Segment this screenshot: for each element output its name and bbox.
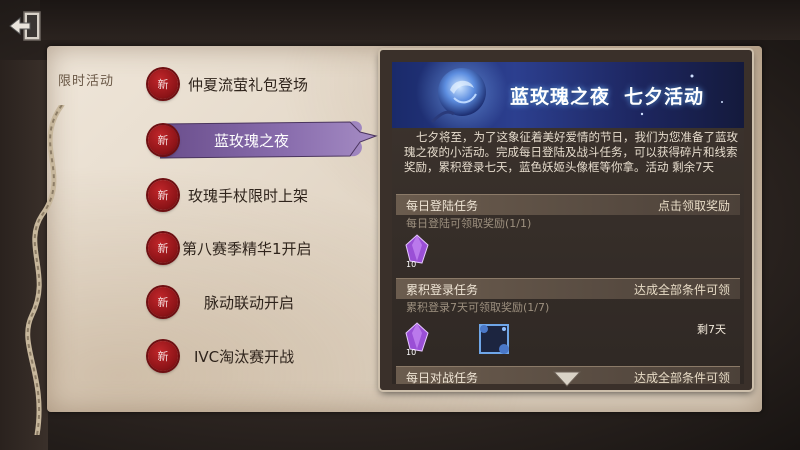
rope-decoration bbox=[25, 105, 65, 435]
tab-label: 蓝玫瑰之夜 bbox=[214, 131, 290, 150]
new-seal-icon: 新 bbox=[148, 180, 178, 210]
tab-label: IVC淘汰赛开战 bbox=[194, 347, 295, 366]
task-title: 每日登陆任务 bbox=[406, 198, 479, 213]
purple-crystal-icon[interactable]: 10 bbox=[402, 321, 438, 357]
task-rewards: 10 bbox=[396, 231, 740, 271]
event-banner: 蓝玫瑰之夜 七夕活动 bbox=[392, 62, 744, 128]
item-count: 10 bbox=[406, 260, 417, 269]
task-rewards: 10 剩7天 bbox=[396, 315, 740, 363]
tab-label: 玫瑰手杖限时上架 bbox=[188, 186, 309, 205]
task-subtitle: 每日登陆可领取奖励(1/1) bbox=[406, 217, 532, 230]
new-seal-icon: 新 bbox=[148, 233, 178, 263]
tab-season-8-essence[interactable]: 新 第八赛季精华1开启 bbox=[148, 230, 368, 266]
daily-login-task: 每日登陆任务 点击领取奖励 每日登陆可领取奖励(1/1) 10 bbox=[396, 194, 740, 271]
event-title-main: 蓝玫瑰之夜 bbox=[510, 86, 611, 108]
item-count: 10 bbox=[406, 348, 417, 357]
blue-rose-frame-icon[interactable] bbox=[476, 321, 512, 357]
limited-events-label: 限时活动 bbox=[58, 74, 115, 89]
top-frame bbox=[40, 0, 800, 40]
days-remaining: 剩7天 bbox=[697, 323, 726, 336]
event-title: 蓝玫瑰之夜 七夕活动 bbox=[510, 82, 704, 109]
task-header: 累积登录任务 达成全部条件可领 bbox=[396, 278, 740, 299]
task-progress: 累积登录7天可领取奖励(1/7) bbox=[396, 299, 740, 315]
event-panel[interactable]: 蓝玫瑰之夜 七夕活动 七夕将至，为了这象征着美好爱情的节日，我们为您准备了蓝玫瑰之… bbox=[392, 62, 744, 384]
tab-label: 仲夏流萤礼包登场 bbox=[188, 75, 309, 94]
tab-rose-cane[interactable]: 新 玫瑰手杖限时上架 bbox=[148, 177, 368, 213]
event-title-sub: 七夕活动 bbox=[624, 86, 705, 108]
tab-blue-rose-night[interactable]: 新 蓝玫瑰之夜 bbox=[148, 121, 378, 159]
new-seal-icon: 新 bbox=[148, 69, 178, 99]
scroll-down-arrow-icon[interactable] bbox=[552, 370, 582, 388]
task-progress: 每日登陆可领取奖励(1/1) bbox=[396, 215, 740, 231]
new-seal-icon: 新 bbox=[148, 287, 178, 317]
exit-icon[interactable] bbox=[6, 6, 46, 46]
tab-label: 脉动联动开启 bbox=[204, 293, 295, 312]
claim-reward-button[interactable]: 点击领取奖励 bbox=[658, 197, 730, 214]
claim-condition-text[interactable]: 达成全部条件可领 bbox=[634, 281, 730, 298]
event-description: 七夕将至，为了这象征着美好爱情的节日，我们为您准备了蓝玫瑰之夜的小活动。完成每日… bbox=[404, 130, 738, 174]
new-seal-icon: 新 bbox=[148, 341, 178, 371]
tab-pulse-collab[interactable]: 新 脉动联动开启 bbox=[148, 284, 368, 320]
task-title: 累积登录任务 bbox=[406, 282, 479, 297]
tab-ivc-knockout[interactable]: 新 IVC淘汰赛开战 bbox=[148, 338, 368, 374]
tab-label: 第八赛季精华1开启 bbox=[182, 239, 312, 258]
cumulative-login-task: 累积登录任务 达成全部条件可领 累积登录7天可领取奖励(1/7) 10 剩7天 bbox=[396, 278, 740, 363]
purple-crystal-icon[interactable]: 10 bbox=[402, 233, 438, 269]
task-title: 每日对战任务 bbox=[406, 370, 479, 385]
claim-condition-text[interactable]: 达成全部条件可领 bbox=[634, 369, 730, 385]
task-subtitle: 累积登录7天可领取奖励(1/7) bbox=[406, 301, 550, 314]
new-seal-icon: 新 bbox=[148, 125, 178, 155]
task-header: 每日登陆任务 点击领取奖励 bbox=[396, 194, 740, 215]
tab-summer-firefly-pack[interactable]: 新 仲夏流萤礼包登场 bbox=[148, 66, 368, 102]
